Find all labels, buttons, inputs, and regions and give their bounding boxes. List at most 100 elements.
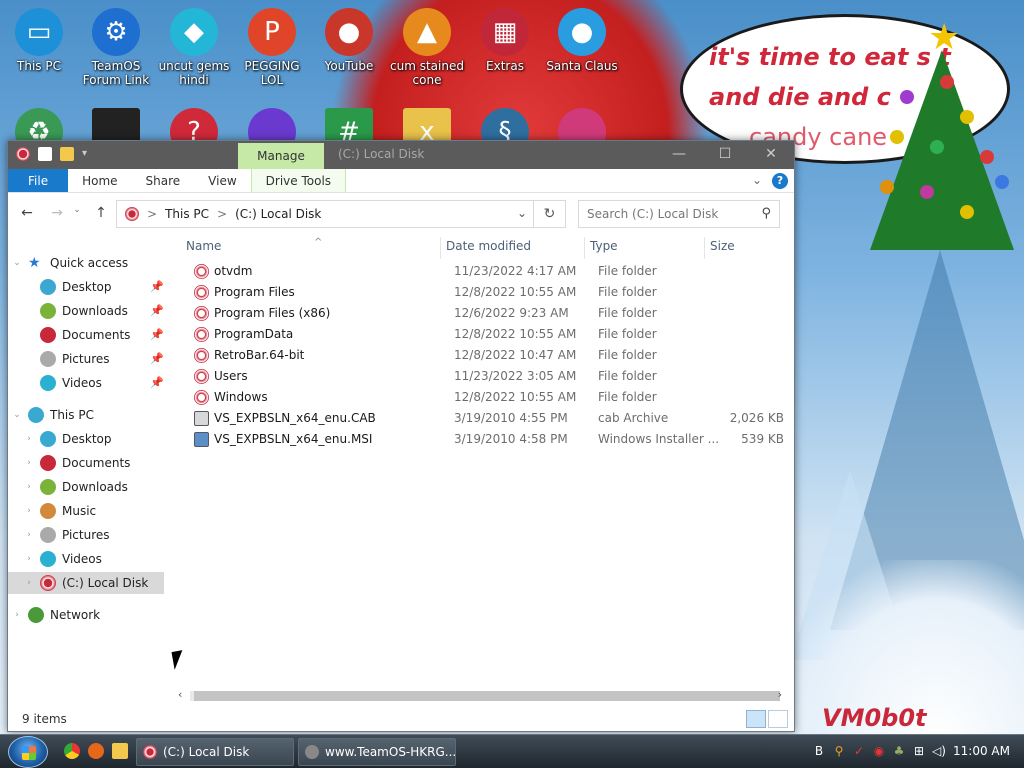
recent-locations-icon[interactable]: ⌄ [68, 205, 86, 215]
minimize-button[interactable]: — [656, 141, 702, 169]
downloads-icon [40, 303, 56, 319]
nav-pc-pictures[interactable]: › Pictures [24, 524, 110, 546]
table-row[interactable]: ProgramData 12/8/2022 10:55 AM File folder [176, 324, 788, 345]
search-icon[interactable]: ⚲ [832, 744, 846, 758]
table-row[interactable]: VS_EXPBSLN_x64_enu.CAB 3/19/2010 4:55 PM c… [176, 408, 788, 429]
scrollbar-thumb[interactable] [194, 691, 780, 701]
clock[interactable]: 11:00 AM [953, 744, 1010, 758]
close-button[interactable]: ✕ [748, 141, 794, 169]
expand-ribbon-icon[interactable]: ⌄ [752, 173, 762, 187]
address-bar[interactable]: > This PC > (C:) Local Disk ⌄ [116, 200, 534, 228]
desktop-icon-7[interactable]: ● Santa Claus [543, 8, 621, 73]
column-divider[interactable] [440, 237, 441, 259]
column-header-date[interactable]: Date modified [446, 239, 531, 257]
chevron-right-icon[interactable]: › [24, 548, 34, 570]
folder-icon[interactable] [112, 743, 128, 759]
nav-quick-videos[interactable]: Videos [40, 372, 102, 394]
column-divider[interactable] [704, 237, 705, 259]
check-icon[interactable]: ✓ [852, 744, 866, 758]
breadcrumb-this-pc[interactable]: This PC [165, 207, 209, 221]
chrome-icon[interactable] [64, 743, 80, 759]
tab-drive-tools[interactable]: Drive Tools [250, 169, 347, 192]
nav-network[interactable]: › Network [12, 604, 100, 626]
nav-quick-desktop[interactable]: Desktop [40, 276, 112, 298]
network-icon[interactable]: ⊞ [912, 744, 926, 758]
chevron-down-icon[interactable]: ⌄ [12, 404, 22, 426]
tab-home[interactable]: Home [68, 169, 131, 192]
desktop-icon-1[interactable]: ⚙ TeamOS Forum Link [77, 8, 155, 87]
nav-quick-pictures[interactable]: Pictures [40, 348, 110, 370]
nav-pc-desktop[interactable]: › Desktop [24, 428, 112, 450]
folder-icon [194, 327, 209, 342]
start-button[interactable] [8, 736, 48, 768]
maximize-button[interactable]: ☐ [702, 141, 748, 169]
chevron-down-icon[interactable]: ▾ [82, 147, 96, 161]
help-icon[interactable]: ? [772, 173, 788, 189]
cell-date: 12/8/2022 10:47 AM [454, 348, 577, 362]
chevron-right-icon[interactable]: › [24, 500, 34, 522]
properties-icon[interactable] [38, 147, 52, 161]
firefox-icon[interactable] [88, 743, 104, 759]
search-input[interactable]: Search (C:) Local Disk ⚲ [578, 200, 780, 228]
up-button[interactable]: ↑ [92, 205, 110, 221]
forward-button[interactable]: → [48, 205, 66, 221]
chevron-right-icon[interactable]: › [24, 524, 34, 546]
chevron-right-icon[interactable]: › [12, 604, 22, 626]
refresh-button[interactable]: ↻ [534, 200, 566, 228]
nav-pc-local-disk[interactable]: › (C:) Local Disk [8, 572, 164, 594]
drive-icon [125, 207, 139, 221]
taskbar-item-browser[interactable]: www.TeamOS-HKRG.... [298, 738, 456, 766]
table-row[interactable]: VS_EXPBSLN_x64_enu.MSI 3/19/2010 4:58 PM W… [176, 429, 788, 450]
scroll-right-icon[interactable]: › [778, 688, 782, 701]
table-row[interactable]: Windows 12/8/2022 10:55 AM File folder [176, 387, 788, 408]
drive-icon[interactable] [16, 147, 30, 161]
desktop-icon-4[interactable]: ● YouTube [310, 8, 388, 73]
back-button[interactable]: ← [18, 205, 36, 221]
taskbar-item-explorer[interactable]: (C:) Local Disk [136, 738, 294, 766]
cell-name: VS_EXPBSLN_x64_enu.CAB [214, 411, 376, 425]
nav-pc-music[interactable]: › Music [24, 500, 96, 522]
chevron-right-icon[interactable]: › [24, 476, 34, 498]
nav-quick-downloads[interactable]: Downloads [40, 300, 128, 322]
tab-manage[interactable]: Manage [238, 143, 324, 169]
volume-icon[interactable]: ◁) [932, 744, 946, 758]
tab-share[interactable]: Share [132, 169, 195, 192]
column-header-type[interactable]: Type [590, 239, 618, 257]
column-header-name[interactable]: Name ^ [186, 237, 322, 257]
tab-view[interactable]: View [194, 169, 250, 192]
app-tray-icon[interactable]: ♣ [892, 744, 906, 758]
security-icon[interactable]: ◉ [872, 744, 886, 758]
chevron-right-icon[interactable]: › [24, 572, 34, 594]
large-icons-view-button[interactable] [768, 710, 788, 728]
desktop-icon-5[interactable]: ▲ cum stained cone [388, 8, 466, 87]
new-folder-icon[interactable] [60, 147, 74, 161]
nav-pc-videos[interactable]: › Videos [24, 548, 102, 570]
desktop-icon-6[interactable]: ▦ Extras [466, 8, 544, 73]
retrobar-icon[interactable]: B [812, 744, 826, 758]
title-bar[interactable]: ▾ Manage (C:) Local Disk — ☐ ✕ [8, 141, 794, 169]
table-row[interactable]: Program Files 12/8/2022 10:55 AM File fold… [176, 282, 788, 303]
chevron-right-icon[interactable]: › [24, 428, 34, 450]
nav-pc-documents[interactable]: › Documents [24, 452, 130, 474]
desktop-icon-3[interactable]: P PEGGING LOL [233, 8, 311, 87]
details-view-button[interactable] [746, 710, 766, 728]
breadcrumb-local-disk[interactable]: (C:) Local Disk [235, 207, 321, 221]
desktop-icon-0[interactable]: ▭ This PC [0, 8, 78, 73]
nav-quick-access[interactable]: ⌄ ★ Quick access [12, 252, 128, 274]
table-row[interactable]: Program Files (x86) 12/6/2022 9:23 AM File… [176, 303, 788, 324]
column-header-size[interactable]: Size [710, 239, 735, 257]
nav-pc-downloads[interactable]: › Downloads [24, 476, 128, 498]
nav-quick-documents[interactable]: Documents [40, 324, 130, 346]
horizontal-scrollbar[interactable]: ‹ › [176, 688, 782, 703]
desktop-icon-2[interactable]: ◆ uncut gems hindi [155, 8, 233, 87]
chevron-right-icon[interactable]: › [24, 452, 34, 474]
table-row[interactable]: RetroBar.64-bit 12/8/2022 10:47 AM File fo… [176, 345, 788, 366]
nav-this-pc[interactable]: ⌄ This PC [12, 404, 94, 426]
chevron-down-icon[interactable]: ⌄ [12, 252, 22, 274]
tab-file[interactable]: File [8, 169, 69, 192]
column-divider[interactable] [584, 237, 585, 259]
table-row[interactable]: otvdm 11/23/2022 4:17 AM File folder [176, 261, 788, 282]
chevron-down-icon[interactable]: ⌄ [517, 206, 527, 220]
table-row[interactable]: Users 11/23/2022 3:05 AM File folder [176, 366, 788, 387]
scroll-left-icon[interactable]: ‹ [178, 688, 182, 701]
